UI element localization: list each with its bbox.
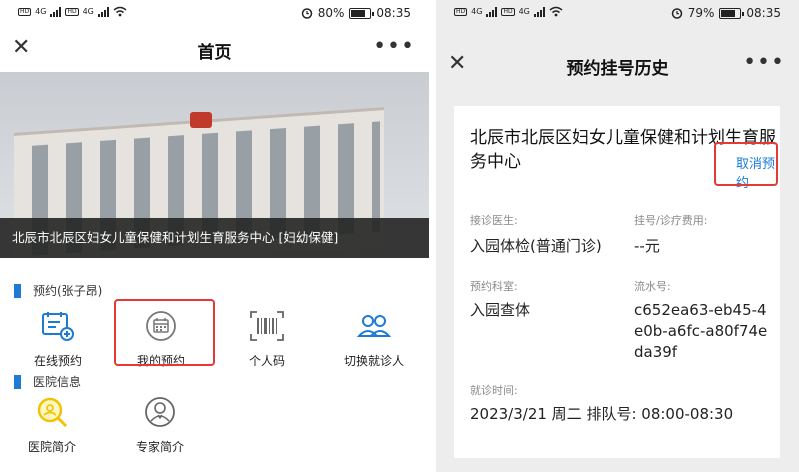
section-marker [14,283,21,298]
hospital-search-icon [37,397,68,428]
signal-indicators: HD 4G HD 4G [454,6,563,17]
network-type: 4G [471,7,483,16]
more-options-icon[interactable]: ••• [743,50,785,75]
clock: 08:35 [746,6,781,20]
online-booking-label: 在线预约 [33,354,82,368]
doctor-icon [145,397,175,427]
signal-bars-icon [50,6,62,17]
nav-bar: ✕ 预约挂号历史 ••• [436,44,799,86]
status-bar: HD 4G HD 4G 80% 08:35 [0,0,429,28]
section-title: 预约(张子昂) [33,284,103,298]
appointment-history-screen: HD 4G HD 4G 79% 08:35 ✕ 预约挂号历史 ••• 北辰市北辰… [436,0,799,472]
hd-badge-icon: HD [65,7,79,16]
status-right: 79% 08:35 [671,6,781,20]
status-bar: HD 4G HD 4G 79% 08:35 [436,0,799,28]
hospital-intro-label: 医院简介 [27,440,76,454]
hospital-banner[interactable]: 北辰市北辰区妇女儿童保健和计划生育服务中心 [妇幼保健] [0,72,429,258]
doctor-value: 入园体检(普通门诊) [470,237,602,255]
appointment-card: 北辰市北辰区妇女儿童保健和计划生育服务中心 取消预约 接诊医生: 挂号/诊疗费用… [454,106,780,458]
status-right: 80% 08:35 [301,6,411,20]
wifi-icon [113,6,127,17]
network-type: 4G [35,7,47,16]
network-type: 4G [82,7,94,16]
expert-intro-label: 专家简介 [135,440,184,454]
calendar-plus-icon [42,312,74,341]
banner-caption: 北辰市北辰区妇女儿童保健和计划生育服务中心 [妇幼保健] [12,230,339,245]
doctor-label: 接诊医生: [470,214,518,227]
personal-code-label: 个人码 [248,354,285,368]
users-icon [356,315,392,337]
network-type: 4G [518,7,530,16]
hospital-intro-button[interactable]: 医院简介 [4,396,100,455]
battery-percent: 80% [317,6,345,20]
appointment-section-heading: 预约(张子昂) [14,282,102,299]
visit-time-label: 就诊时间: [470,384,518,397]
more-options-icon[interactable]: ••• [373,34,415,59]
signal-indicators: HD 4G HD 4G [18,6,127,17]
serial-value: c652ea63-eb45-4e0b-a6fc-a80f74eda39f [634,301,768,361]
section-marker [14,374,21,389]
department-value: 入园查体 [470,301,531,319]
hd-badge-icon: HD [454,7,468,16]
section-title: 医院信息 [33,375,82,389]
switch-patient-button[interactable]: 切换就诊人 [326,310,422,369]
battery-icon [719,7,745,19]
battery-percent: 79% [687,6,715,20]
clock: 08:35 [376,6,411,20]
visit-time-value: 2023/3/21 周二 排队号: 08:00-08:30 [470,405,734,423]
personal-code-button[interactable]: 个人码 [219,310,315,369]
page-title: 首页 [197,43,232,63]
nav-bar: ✕ 首页 ••• [0,28,429,70]
barcode-icon [250,311,284,341]
department-label: 预约科室: [470,280,518,293]
alarm-icon [671,8,682,19]
alarm-icon [301,8,312,19]
wifi-icon [549,6,563,17]
fee-label: 挂号/诊疗费用: [634,214,708,227]
building-logo-icon [190,112,212,128]
hospital-section-heading: 医院信息 [14,373,81,390]
fee-value: --元 [634,237,660,255]
signal-bars-icon [97,6,109,17]
expert-intro-button[interactable]: 专家简介 [112,396,208,455]
highlight-box [714,142,778,186]
battery-icon [349,7,375,19]
serial-label: 流水号: [634,280,671,293]
hd-badge-icon: HD [501,7,515,16]
highlight-box [114,299,215,366]
online-booking-button[interactable]: 在线预约 [10,310,106,369]
switch-patient-label: 切换就诊人 [343,354,404,368]
home-screen: HD 4G HD 4G 80% 08:35 ✕ 首页 ••• 北辰市北辰区妇女儿… [0,0,429,472]
signal-bars-icon [486,6,498,17]
signal-bars-icon [533,6,545,17]
hd-badge-icon: HD [18,7,32,16]
